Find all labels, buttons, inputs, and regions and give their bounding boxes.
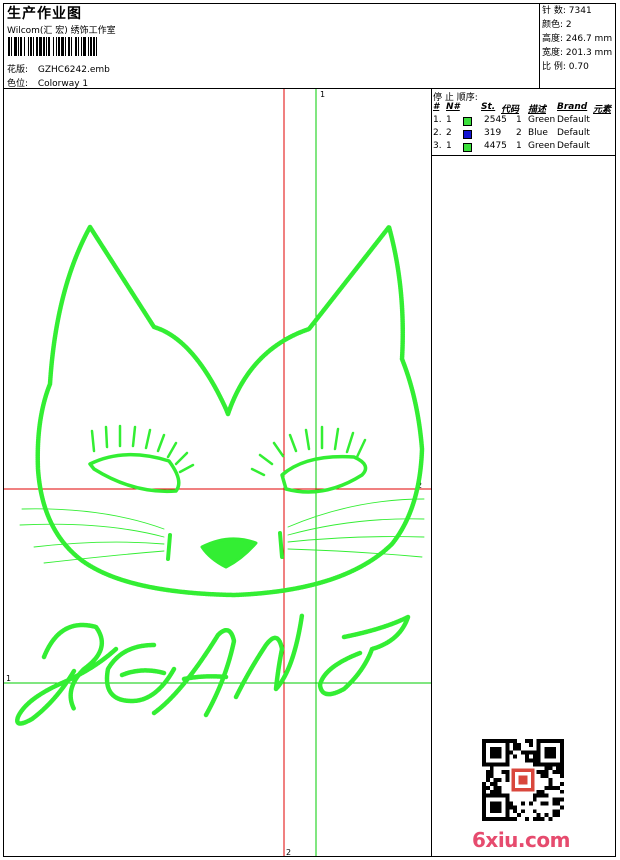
thread-code: 1 (516, 141, 522, 151)
colorway-row: 色位: Colorway 1 (7, 76, 88, 89)
stop-index: 2. (433, 128, 442, 138)
guide-label-green-v: 1 (320, 90, 325, 99)
stitch-count-cell: 319 (484, 128, 502, 138)
design-file-row: 花版: GZHC6242.emb (7, 62, 110, 75)
stitch-count-cell: 4475 (484, 141, 507, 151)
design-height: 高度: 246.7 mm (542, 34, 613, 44)
colorway-label: 色位: (7, 79, 29, 89)
site-watermark: 6xiu.com (472, 828, 570, 852)
cat-left-eye (88, 453, 181, 494)
color-count: 颜色: 2 (542, 20, 572, 30)
thread-color-swatch (463, 143, 472, 152)
thread-brand: Default (557, 115, 590, 125)
needle-number: 1 (446, 115, 452, 125)
guide-label-green-h: 1 (6, 674, 11, 683)
colorway-value: Colorway 1 (37, 79, 89, 89)
thread-description: Green (528, 115, 556, 125)
stitch-count: 针 数: 7341 (542, 6, 592, 16)
side-panel-divider (431, 88, 432, 857)
stitch-count-cell: 2545 (484, 115, 507, 125)
cat-left-whiskers (19, 508, 165, 564)
stop-index: 3. (433, 141, 442, 151)
qr-code (482, 739, 564, 821)
stats-divider (539, 3, 540, 89)
right-whisker-root (278, 531, 284, 559)
design-file-value: GZHC6242.emb (37, 65, 110, 75)
sheet-title: 生产作业图 (7, 6, 82, 22)
embroidery-preview: 1 2 2 1 (4, 89, 431, 856)
design-width: 宽度: 201.3 mm (542, 48, 613, 58)
cat-right-eye (280, 454, 368, 494)
cat-right-lashes (250, 425, 367, 477)
thread-description: Blue (528, 128, 548, 138)
thread-description: Green (528, 141, 556, 151)
thread-color-swatch (463, 117, 472, 126)
thread-brand: Default (557, 141, 590, 151)
thread-brand: Default (557, 128, 590, 138)
stop-table-divider (431, 155, 616, 156)
thread-code: 2 (516, 128, 522, 138)
cat-nose (200, 537, 258, 569)
stop-index: 1. (433, 115, 442, 125)
cat-left-lashes (90, 424, 195, 474)
barcode (8, 37, 97, 56)
needle-number: 2 (446, 128, 452, 138)
needle-number: 1 (446, 141, 452, 151)
guide-label-red-v: 2 (286, 848, 291, 856)
thread-code: 1 (516, 115, 522, 125)
design-stats: 针 数: 7341 颜色: 2 高度: 246.7 mm 宽度: 201.3 m… (542, 4, 612, 74)
design-scale: 比 例: 0.70 (542, 62, 589, 72)
thread-color-swatch (463, 130, 472, 139)
studio-name: Wilcom(汇 宏) 绣饰工作室 (7, 26, 116, 36)
jeans-lettering (15, 612, 411, 726)
left-whisker-root (166, 533, 172, 561)
design-file-label: 花版: (7, 65, 29, 75)
